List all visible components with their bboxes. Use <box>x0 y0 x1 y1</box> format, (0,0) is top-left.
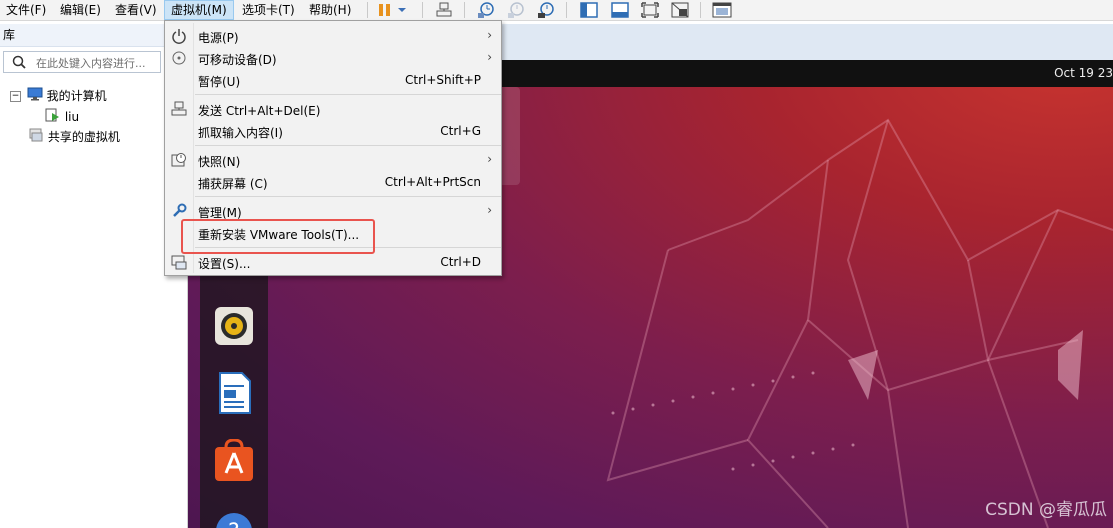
menu-item-shortcut: Ctrl+D <box>440 255 481 269</box>
menu-item-shortcut: Ctrl+Shift+P <box>405 73 481 87</box>
menu-item-shortcut: Ctrl+G <box>440 124 481 138</box>
rhythmbox-icon[interactable] <box>212 304 256 348</box>
chevron-right-icon: › <box>487 152 492 166</box>
tree-item-my-computer[interactable]: − 我的计算机 <box>10 87 107 105</box>
thumbnail-bar-icon[interactable] <box>609 0 631 20</box>
ubuntu-software-icon[interactable] <box>212 438 256 483</box>
menu-edit[interactable]: 编辑(E) <box>54 0 107 20</box>
toolbar-separator <box>464 2 465 18</box>
menu-separator <box>195 196 501 197</box>
menu-item-label: 快照(N) <box>198 155 241 169</box>
menu-item-send-ctrl-alt-del[interactable]: 发送 Ctrl+Alt+Del(E) <box>165 98 501 120</box>
search-icon <box>12 55 26 72</box>
tree-item-label: liu <box>64 110 80 124</box>
send-keys-icon[interactable] <box>433 0 455 20</box>
shared-vm-icon <box>28 127 44 148</box>
tree-item-shared-vms[interactable]: 共享的虚拟机 <box>28 127 120 145</box>
console-view-icon[interactable] <box>711 0 733 20</box>
removable-device-icon <box>171 50 187 66</box>
unity-icon[interactable] <box>669 0 691 20</box>
pause-icon[interactable] <box>374 0 396 20</box>
tree-item-label: 我的计算机 <box>46 89 107 103</box>
snapshot-revert-icon[interactable] <box>505 0 527 20</box>
menu-item-label: 电源(P) <box>198 31 239 45</box>
menu-item-power[interactable]: 电源(P) › <box>165 25 501 47</box>
library-title: 库 <box>0 24 187 47</box>
menu-vm[interactable]: 虚拟机(M) <box>164 0 234 20</box>
power-icon <box>171 28 187 44</box>
toolbar-separator <box>367 2 368 18</box>
help-icon[interactable]: ? <box>212 509 256 528</box>
menu-item-removable-devices[interactable]: 可移动设备(D) › <box>165 47 501 69</box>
guest-clock[interactable]: Oct 19 23 <box>1054 60 1113 87</box>
menu-help[interactable]: 帮助(H) <box>303 0 357 20</box>
library-search-input[interactable]: 在此处键入内容进行... <box>3 51 161 73</box>
menu-bar: 文件(F) 编辑(E) 查看(V) 虚拟机(M) 选项卡(T) 帮助(H) <box>0 0 1113 21</box>
menu-item-settings[interactable]: 设置(S)... Ctrl+D <box>165 251 501 273</box>
toolbar-separator <box>700 2 701 18</box>
computer-icon <box>27 87 43 106</box>
snapshot-manager-icon[interactable] <box>535 0 557 20</box>
menu-item-shortcut: Ctrl+Alt+PrtScn <box>384 175 481 189</box>
vm-running-icon <box>45 107 61 128</box>
menu-file[interactable]: 文件(F) <box>0 0 52 20</box>
toolbar-separator <box>422 2 423 18</box>
svg-text:?: ? <box>228 520 240 528</box>
menu-tabs[interactable]: 选项卡(T) <box>236 0 301 20</box>
menu-item-pause[interactable]: 暂停(U) Ctrl+Shift+P <box>165 69 501 91</box>
chevron-right-icon: › <box>487 28 492 42</box>
menu-item-label: 设置(S)... <box>198 257 251 271</box>
menu-separator <box>195 145 501 146</box>
menu-item-label: 暂停(U) <box>198 75 241 89</box>
library-view-icon[interactable] <box>578 0 600 20</box>
chevron-right-icon: › <box>487 203 492 217</box>
snapshot-take-icon[interactable] <box>475 0 497 20</box>
collapse-icon[interactable]: − <box>10 91 21 102</box>
menu-item-label: 可移动设备(D) <box>198 53 277 67</box>
menu-view[interactable]: 查看(V) <box>109 0 163 20</box>
menu-item-grab-input[interactable]: 抓取输入内容(I) Ctrl+G <box>165 120 501 142</box>
menu-item-label: 发送 Ctrl+Alt+Del(E) <box>198 104 321 118</box>
menu-item-label: 抓取输入内容(I) <box>198 126 283 140</box>
menu-separator <box>195 94 501 95</box>
toolbar-separator <box>566 2 567 18</box>
settings-icon <box>171 254 187 270</box>
chevron-right-icon: › <box>487 50 492 64</box>
tree-item-vm-liu[interactable]: liu <box>45 107 79 125</box>
send-keys-icon <box>171 101 187 117</box>
search-placeholder: 在此处键入内容进行... <box>36 57 146 70</box>
menu-item-capture-screen[interactable]: 捕获屏幕 (C) Ctrl+Alt+PrtScn <box>165 171 501 193</box>
menu-item-snapshot[interactable]: 快照(N) › <box>165 149 501 171</box>
wrench-icon <box>171 203 187 219</box>
chevron-down-icon[interactable] <box>395 0 409 20</box>
annotation-highlight-box <box>181 219 375 254</box>
libreoffice-writer-icon[interactable] <box>212 371 256 415</box>
tree-item-label: 共享的虚拟机 <box>47 130 120 144</box>
library-panel: 库 在此处键入内容进行... − 我的计算机 liu 共享的虚拟机 <box>0 24 188 528</box>
watermark: CSDN @睿瓜瓜 <box>985 500 1107 520</box>
fullscreen-icon[interactable] <box>639 0 661 20</box>
snapshot-icon <box>171 152 187 168</box>
menu-item-label: 捕获屏幕 (C) <box>198 177 268 191</box>
